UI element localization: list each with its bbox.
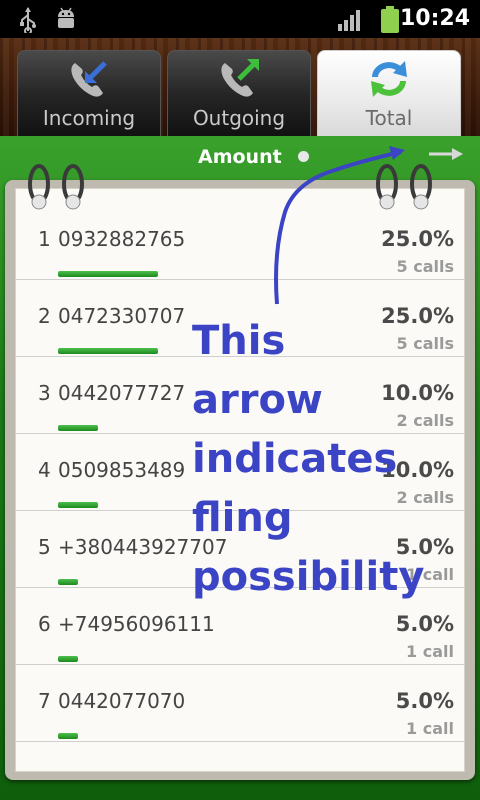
annotation-arrow-icon <box>274 146 405 305</box>
table-row[interactable]: 7 0442077070 5.0% 1 call <box>16 665 464 742</box>
tab-total[interactable]: Total <box>317 50 461 136</box>
row-share-bar <box>58 579 78 585</box>
row-phone-number: 0932882765 <box>58 227 186 251</box>
status-bar: 10:24 <box>0 0 480 38</box>
row-phone-number: 0472330707 <box>58 304 186 328</box>
usb-icon <box>20 7 36 33</box>
annotation-line: possibility <box>192 554 425 600</box>
tab-bar: Incoming Outgoing Total <box>0 38 480 136</box>
incoming-call-icon <box>71 61 107 97</box>
tab-total-label: Total <box>365 106 413 130</box>
android-debug-icon <box>58 7 74 28</box>
annotation-line: This arrow <box>192 318 323 423</box>
row-share-bar <box>58 348 158 354</box>
row-call-count: 1 call <box>406 642 454 661</box>
row-phone-number: 0442077727 <box>58 381 186 405</box>
annotation-line: fling <box>192 495 293 541</box>
row-rank: 3 <box>38 381 51 405</box>
row-share-bar <box>58 425 98 431</box>
refresh-arrows-icon <box>371 61 407 97</box>
row-phone-number: 0509853489 <box>58 458 186 482</box>
row-percent: 5.0% <box>395 689 454 713</box>
tab-incoming-label: Incoming <box>42 106 136 130</box>
row-rank: 2 <box>38 304 51 328</box>
row-share-bar <box>58 502 98 508</box>
row-rank: 4 <box>38 458 51 482</box>
row-phone-number: +74956096111 <box>58 612 215 636</box>
tab-outgoing[interactable]: Outgoing <box>167 50 311 136</box>
signal-icon <box>338 10 360 31</box>
right-arrow-icon[interactable] <box>428 147 464 161</box>
binder-ring-icon <box>62 164 84 210</box>
row-call-count: 1 call <box>406 719 454 738</box>
row-rank: 6 <box>38 612 51 636</box>
row-share-bar <box>58 656 78 662</box>
row-phone-number: 0442077070 <box>58 689 186 713</box>
annotation-note: This arrow indicates fling possibility <box>192 312 425 607</box>
battery-icon <box>381 6 399 33</box>
row-percent: 5.0% <box>395 612 454 636</box>
status-time: 10:24 <box>399 6 470 31</box>
binder-ring-icon <box>28 164 50 210</box>
annotation-line: indicates <box>192 436 398 482</box>
row-share-bar <box>58 271 158 277</box>
row-rank: 7 <box>38 689 51 713</box>
outgoing-call-icon <box>221 59 259 97</box>
row-share-bar <box>58 733 78 739</box>
tab-incoming[interactable]: Incoming <box>17 50 161 136</box>
tab-outgoing-label: Outgoing <box>192 106 286 130</box>
row-rank: 1 <box>38 227 51 251</box>
row-rank: 5 <box>38 535 51 559</box>
